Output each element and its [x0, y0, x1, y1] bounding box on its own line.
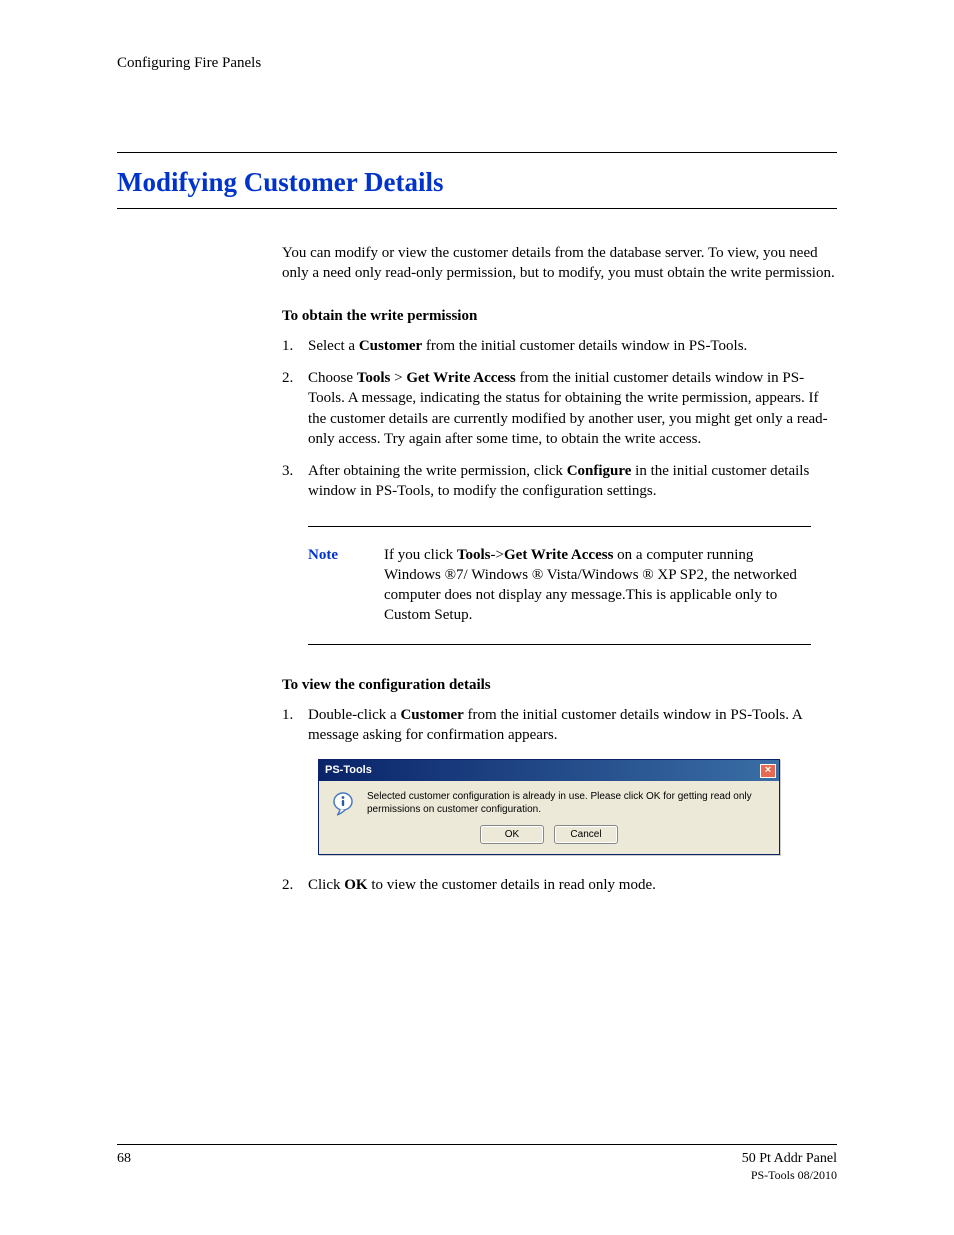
list-number: 3. [282, 461, 308, 502]
close-icon[interactable]: × [760, 764, 776, 778]
steps-view-config: 1. Double-click a Customer from the init… [282, 705, 837, 746]
step-text: Click OK to view the customer details in… [308, 875, 837, 895]
content-area: You can modify or view the customer deta… [282, 243, 837, 895]
step-text: Double-click a Customer from the initial… [308, 705, 837, 746]
title-rule-bottom [117, 208, 837, 209]
footer-rule [117, 1144, 837, 1145]
footer-product: 50 Pt Addr Panel [742, 1151, 837, 1166]
ok-button[interactable]: OK [480, 825, 544, 844]
list-number: 2. [282, 875, 308, 895]
page-footer: 68 50 Pt Addr Panel PS-Tools 08/2010 [117, 1144, 837, 1185]
dialog-figure: PS-Tools × Selected customer configurati… [318, 759, 837, 855]
note-block: Note If you click Tools->Get Write Acces… [308, 526, 811, 645]
dialog-titlebar: PS-Tools × [319, 760, 779, 781]
ps-tools-dialog: PS-Tools × Selected customer configurati… [318, 759, 780, 855]
steps-view-config-cont: 2. Click OK to view the customer details… [282, 875, 837, 895]
cancel-button[interactable]: Cancel [554, 825, 618, 844]
page-number: 68 [117, 1151, 131, 1185]
note-body: If you click Tools->Get Write Access on … [384, 545, 811, 626]
dialog-title-text: PS-Tools [325, 763, 372, 778]
list-number: 1. [282, 705, 308, 746]
dialog-message: Selected customer configuration is alrea… [367, 791, 769, 819]
step-text: After obtaining the write permission, cl… [308, 461, 837, 502]
subhead-obtain-permission: To obtain the write permission [282, 306, 837, 326]
steps-obtain-permission: 1. Select a Customer from the initial cu… [282, 336, 837, 502]
step-text: Choose Tools > Get Write Access from the… [308, 368, 837, 449]
header-section: Configuring Fire Panels [117, 55, 837, 72]
subhead-view-config: To view the configuration details [282, 675, 837, 695]
step-text: Select a Customer from the initial custo… [308, 336, 837, 356]
footer-date: PS-Tools 08/2010 [751, 1168, 837, 1182]
page-title: Modifying Customer Details [117, 153, 837, 208]
info-icon [329, 791, 357, 819]
note-label: Note [308, 545, 384, 626]
list-number: 1. [282, 336, 308, 356]
list-number: 2. [282, 368, 308, 449]
intro-paragraph: You can modify or view the customer deta… [282, 243, 837, 284]
